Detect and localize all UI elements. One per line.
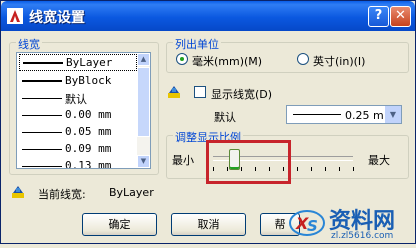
millimeters-label[interactable]: 毫米(mm)(M) xyxy=(192,53,262,69)
lineweights-legend: 线宽 xyxy=(16,36,42,52)
window-title: 线宽设置 xyxy=(29,10,85,26)
ok-button[interactable]: 确定 xyxy=(82,213,157,236)
inches-label[interactable]: 英寸(in)(I) xyxy=(313,53,365,69)
title-bar: 线宽设置 ? ✕ xyxy=(1,1,415,31)
lineweight-list-item[interactable]: 0.13 mm xyxy=(19,158,137,169)
lineweight-list-item[interactable]: 0.00 mm xyxy=(19,107,137,122)
lineweight-sample-line xyxy=(22,115,62,116)
lineweight-sample-line xyxy=(22,80,62,82)
lineweight-list-item[interactable]: 0.09 mm xyxy=(19,141,137,156)
lineweight-item-label: ByLayer xyxy=(66,56,113,69)
current-lineweight-icon xyxy=(12,186,24,198)
close-button[interactable]: ✕ xyxy=(390,6,411,27)
lineweight-item-label: 0.00 mm xyxy=(65,108,112,121)
lineweight-list-item[interactable]: ByLayer xyxy=(19,54,137,71)
inches-radio[interactable] xyxy=(297,53,309,65)
lineweight-list-item[interactable]: 0.05 mm xyxy=(19,124,137,139)
scroll-down-arrow-icon[interactable]: ▼ xyxy=(137,155,150,168)
lineweight-sample-line xyxy=(22,98,62,99)
slider-tick xyxy=(353,167,354,171)
lineweight-item-label: 0.13 mm xyxy=(65,159,112,169)
scrollbar-thumb[interactable] xyxy=(137,67,150,137)
lineweight-sample-line xyxy=(23,62,63,64)
scale-min-label: 最小 xyxy=(172,154,194,167)
dropdown-arrow-icon[interactable]: ▼ xyxy=(384,106,401,123)
scale-max-label: 最大 xyxy=(368,154,390,167)
show-lineweight-checkbox[interactable] xyxy=(194,86,206,98)
cancel-button[interactable]: 取消 xyxy=(171,213,246,236)
lineweight-sample-line xyxy=(22,149,62,150)
default-lineweight-select[interactable]: 0.25 mm ▼ xyxy=(286,105,402,124)
lineweight-item-label: 默认 xyxy=(65,93,87,106)
autocad-app-icon xyxy=(7,8,23,24)
lineweight-settings-dialog: 线宽设置 ? ✕ 线宽 ByLayer ByBlock 默认 0.00 mm 0.05 … xyxy=(0,0,416,244)
slider-tick xyxy=(339,167,340,171)
millimeters-radio[interactable] xyxy=(176,53,188,65)
lineweight-list[interactable]: ByLayer ByBlock 默认 0.00 mm 0.05 mm 0.09 mm 0.1… xyxy=(16,52,151,169)
watermark-logo: X S 资料网 zl.zl5616.com xyxy=(287,201,416,245)
slider-tick xyxy=(311,167,312,171)
svg-text:S: S xyxy=(307,217,318,235)
watermark-url: zl.zl5616.com xyxy=(331,231,394,241)
lineweight-sample-line xyxy=(22,132,62,133)
list-scrollbar[interactable]: ▲ ▼ xyxy=(137,53,150,168)
slider-tick xyxy=(325,167,326,171)
scroll-up-arrow-icon[interactable]: ▲ xyxy=(137,53,150,66)
lineweight-item-label: ByBlock xyxy=(65,74,112,87)
lineweight-preview-line xyxy=(293,114,341,115)
lineweight-icon xyxy=(168,86,180,98)
current-lineweight-label: 当前线宽: xyxy=(38,188,86,201)
slider-tick xyxy=(297,167,298,171)
show-lineweight-label[interactable]: 显示线宽(D) xyxy=(211,86,272,102)
lineweight-sample-line xyxy=(22,166,62,167)
lineweight-list-item[interactable]: ByBlock xyxy=(19,73,137,88)
highlight-annotation-box xyxy=(206,140,291,184)
units-legend: 列出单位 xyxy=(173,36,221,52)
lineweight-item-label: 0.09 mm xyxy=(65,142,112,155)
default-label: 默认 xyxy=(214,111,236,124)
help-button[interactable]: ? xyxy=(368,6,389,27)
lineweight-item-label: 0.05 mm xyxy=(65,125,112,138)
lineweight-list-item[interactable]: 默认 xyxy=(19,90,137,106)
current-lineweight-value: ByLayer xyxy=(109,186,154,199)
